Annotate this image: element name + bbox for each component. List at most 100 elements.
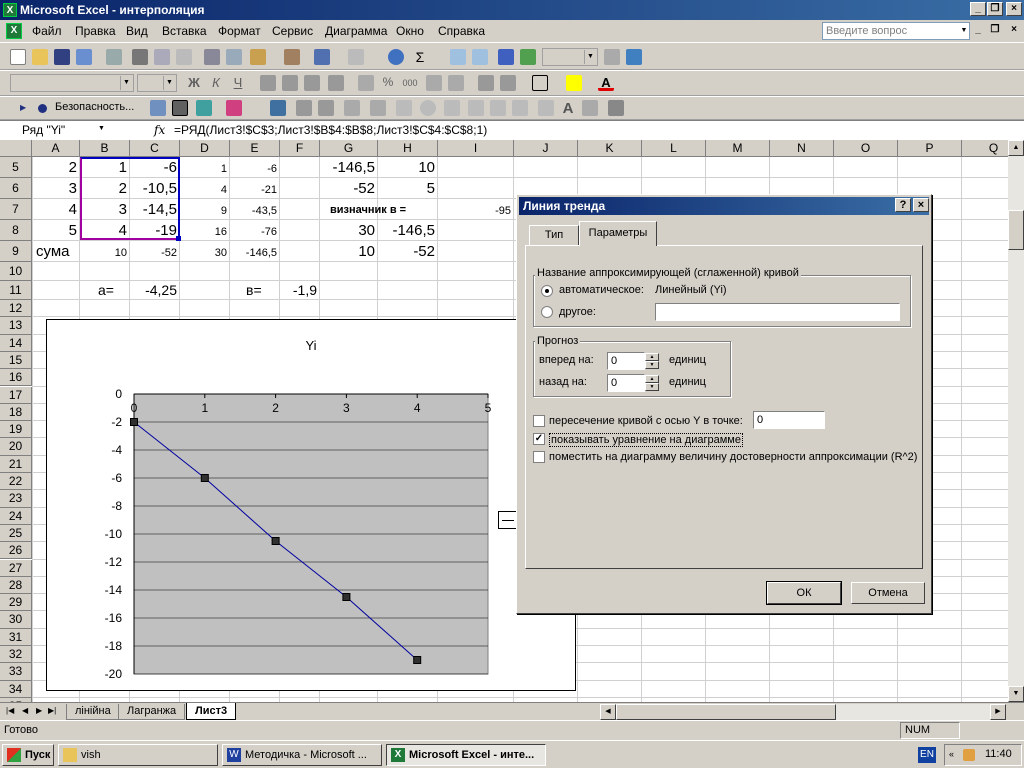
chart-wizard-icon[interactable] bbox=[498, 49, 514, 65]
row-header[interactable]: 9 bbox=[0, 241, 32, 262]
borders-icon[interactable] bbox=[532, 75, 548, 91]
row-header[interactable]: 30 bbox=[0, 611, 32, 629]
cell-g6[interactable]: -52 bbox=[320, 180, 375, 197]
forward-spinner[interactable]: ▲ ▼ bbox=[645, 353, 659, 369]
legend-icon[interactable] bbox=[226, 100, 242, 116]
decrease-indent-icon[interactable] bbox=[478, 75, 494, 91]
currency-icon[interactable] bbox=[358, 75, 374, 91]
cell-c5[interactable]: -6 bbox=[130, 159, 177, 176]
col-header-p[interactable]: P bbox=[898, 140, 962, 157]
fill-color-icon[interactable] bbox=[566, 75, 582, 91]
select-all[interactable] bbox=[0, 140, 32, 157]
spelling-icon[interactable] bbox=[176, 49, 192, 65]
maximize-button[interactable]: ❐ bbox=[987, 2, 1003, 16]
row-header[interactable]: 10 bbox=[0, 262, 32, 281]
language-indicator[interactable]: EN bbox=[918, 747, 936, 763]
col-header-h[interactable]: H bbox=[378, 140, 438, 157]
row-header[interactable]: 21 bbox=[0, 455, 32, 473]
row-header[interactable]: 24 bbox=[0, 507, 32, 525]
draw-1-icon[interactable] bbox=[396, 100, 412, 116]
paste-icon[interactable] bbox=[250, 49, 266, 65]
hscroll-thumb[interactable] bbox=[616, 704, 836, 720]
format-chart-icon[interactable] bbox=[150, 100, 166, 116]
menu-format[interactable]: Формат bbox=[218, 24, 261, 38]
font-size-combo[interactable]: ▼ bbox=[137, 74, 177, 92]
col-header-b[interactable]: B bbox=[80, 140, 130, 157]
row-header[interactable]: 19 bbox=[0, 421, 32, 439]
horizontal-scrollbar[interactable]: ◀ ▶ bbox=[600, 704, 1006, 720]
autosum-icon[interactable]: Σ bbox=[412, 49, 428, 65]
menu-chart[interactable]: Диаграмма bbox=[325, 24, 387, 38]
tray-expand-icon[interactable]: « bbox=[949, 749, 954, 759]
row-header[interactable]: 26 bbox=[0, 542, 32, 560]
row-header[interactable]: 20 bbox=[0, 438, 32, 456]
picture-icon[interactable] bbox=[582, 100, 598, 116]
start-button[interactable]: Пуск bbox=[2, 744, 54, 766]
row-header[interactable]: 15 bbox=[0, 351, 32, 370]
prev-sheet-icon[interactable]: ◀ bbox=[22, 706, 28, 715]
intercept-input[interactable]: 0 bbox=[753, 411, 825, 429]
cell-a8[interactable]: 5 bbox=[32, 222, 77, 239]
draw-2-icon[interactable] bbox=[420, 100, 436, 116]
sheet-tab-list3[interactable]: Лист3 bbox=[186, 703, 237, 720]
col-header-f[interactable]: F bbox=[280, 140, 320, 157]
show-equation-label[interactable]: показывать уравнение на диаграмме bbox=[549, 433, 743, 447]
sort-desc-icon[interactable] bbox=[472, 49, 488, 65]
volume-icon[interactable] bbox=[963, 749, 975, 761]
row-header[interactable]: 8 bbox=[0, 220, 32, 241]
bold-icon[interactable]: Ж bbox=[186, 75, 202, 91]
scroll-down-button[interactable]: ▼ bbox=[1008, 686, 1024, 702]
intercept-label[interactable]: пересечение кривой с осью Y в точке: bbox=[549, 415, 743, 427]
row-header[interactable]: 33 bbox=[0, 663, 32, 681]
dialog-help-button[interactable]: ? bbox=[895, 198, 911, 212]
permission-icon[interactable] bbox=[76, 49, 92, 65]
task-excel[interactable]: X Microsoft Excel - инте... bbox=[386, 744, 546, 766]
underline-icon[interactable]: Ч bbox=[230, 75, 246, 91]
legend-box[interactable] bbox=[498, 511, 518, 529]
security-button[interactable]: Безопасность... bbox=[55, 101, 134, 113]
other-radio[interactable] bbox=[541, 306, 553, 318]
cell-b9[interactable]: 10 bbox=[80, 247, 127, 259]
cell-e7[interactable]: -43,5 bbox=[230, 205, 277, 217]
tools-icon[interactable] bbox=[172, 100, 188, 116]
cell-i7[interactable]: -95 bbox=[438, 205, 511, 217]
cell-b6[interactable]: 2 bbox=[80, 180, 127, 197]
back-input[interactable]: 0 bbox=[607, 374, 645, 392]
row-header[interactable]: 25 bbox=[0, 524, 32, 543]
cell-g8[interactable]: 30 bbox=[320, 222, 375, 239]
menu-file[interactable]: Файл bbox=[32, 24, 62, 38]
align-left-icon[interactable] bbox=[260, 75, 276, 91]
row-header[interactable]: 14 bbox=[0, 334, 32, 352]
row-header[interactable]: 16 bbox=[0, 369, 32, 387]
row-header[interactable]: 31 bbox=[0, 628, 32, 646]
last-sheet-icon[interactable]: ▶| bbox=[48, 706, 56, 715]
format-painter-icon[interactable] bbox=[284, 49, 300, 65]
align-center-icon[interactable] bbox=[282, 75, 298, 91]
other-name-input[interactable] bbox=[655, 303, 900, 321]
ask-question-input[interactable]: Введите вопрос bbox=[822, 22, 970, 40]
increase-decimal-icon[interactable] bbox=[426, 75, 442, 91]
ask-dropdown-icon[interactable]: ▼ bbox=[958, 23, 970, 39]
row-header[interactable]: 34 bbox=[0, 680, 32, 698]
row-header[interactable]: 18 bbox=[0, 403, 32, 422]
cell-d8[interactable]: 16 bbox=[180, 226, 227, 238]
cell-e9[interactable]: -146,5 bbox=[230, 247, 277, 259]
decrease-decimal-icon[interactable] bbox=[448, 75, 464, 91]
col-header-e[interactable]: E bbox=[230, 140, 280, 157]
col-header-l[interactable]: L bbox=[642, 140, 706, 157]
open-icon[interactable] bbox=[32, 49, 48, 65]
show-r2-label[interactable]: поместить на диаграмму величину достовер… bbox=[549, 451, 917, 463]
col-header-c[interactable]: C bbox=[130, 140, 180, 157]
undo-icon[interactable] bbox=[314, 49, 330, 65]
col-header-n[interactable]: N bbox=[770, 140, 834, 157]
cell-c9[interactable]: -52 bbox=[130, 247, 177, 259]
minimize-button[interactable]: _ bbox=[970, 2, 986, 16]
cell-e11[interactable]: в= bbox=[246, 282, 262, 298]
row-header[interactable]: 7 bbox=[0, 199, 32, 220]
by-columns-icon[interactable] bbox=[318, 100, 334, 116]
menu-view[interactable]: Вид bbox=[126, 24, 148, 38]
wordart-icon[interactable]: A bbox=[560, 100, 576, 117]
italic-icon[interactable]: К bbox=[208, 75, 224, 91]
cell-h5[interactable]: 10 bbox=[378, 159, 435, 176]
cell-d9[interactable]: 30 bbox=[180, 247, 227, 259]
